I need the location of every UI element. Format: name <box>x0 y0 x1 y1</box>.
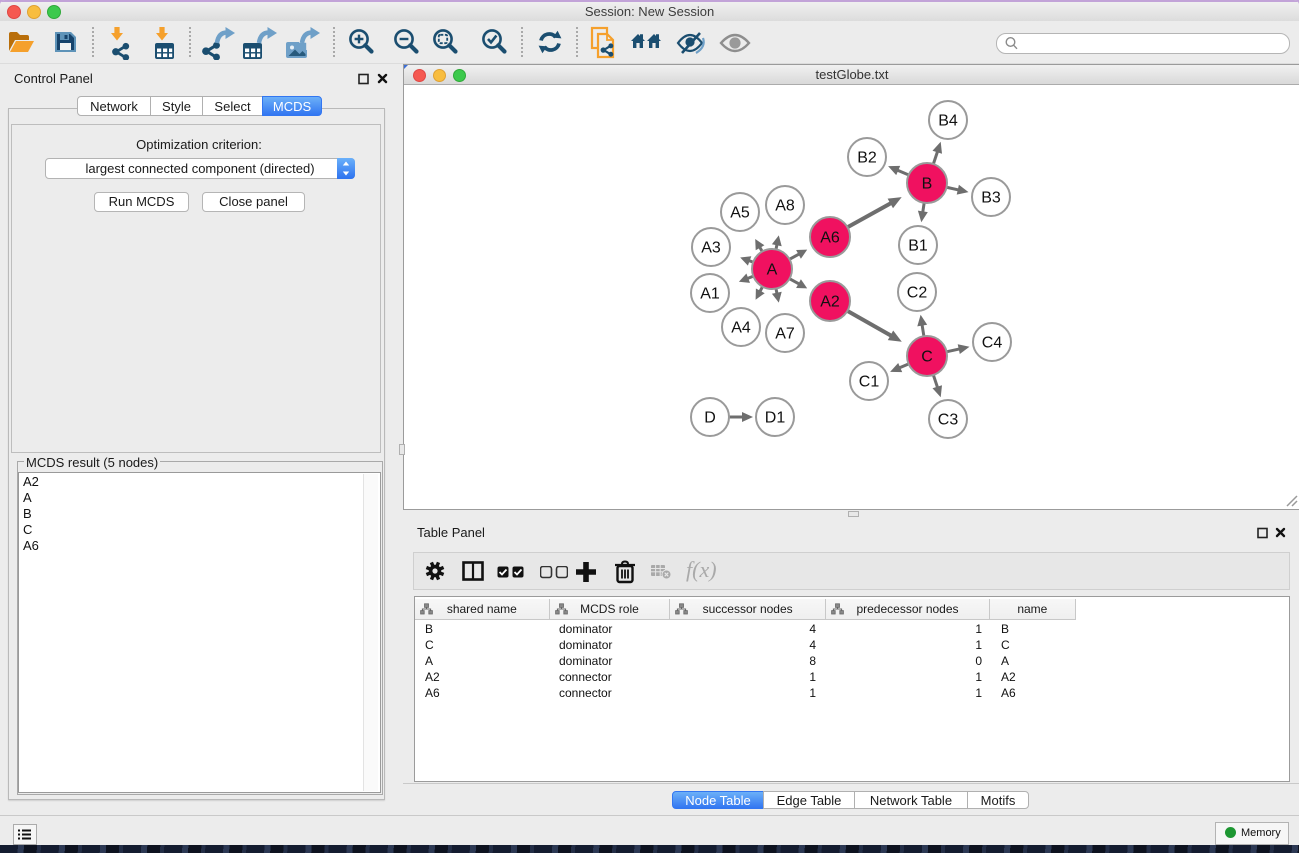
svg-text:B: B <box>922 176 933 193</box>
svg-text:A4: A4 <box>731 320 751 337</box>
svg-text:A8: A8 <box>775 198 795 215</box>
svg-text:C2: C2 <box>907 285 928 302</box>
svg-text:A: A <box>767 262 778 279</box>
svg-text:D1: D1 <box>765 410 786 427</box>
svg-text:B1: B1 <box>908 238 928 255</box>
svg-text:D: D <box>704 410 716 427</box>
svg-text:A5: A5 <box>730 205 750 222</box>
svg-text:B2: B2 <box>857 150 877 167</box>
svg-text:A6: A6 <box>820 230 840 247</box>
svg-text:B4: B4 <box>938 113 958 130</box>
svg-text:C: C <box>921 349 933 366</box>
svg-text:C4: C4 <box>982 335 1003 352</box>
svg-text:B3: B3 <box>981 190 1001 207</box>
svg-text:C3: C3 <box>938 412 959 429</box>
svg-text:C1: C1 <box>859 374 880 391</box>
svg-text:A3: A3 <box>701 240 721 257</box>
svg-text:A2: A2 <box>820 294 840 311</box>
svg-text:A7: A7 <box>775 326 795 343</box>
svg-text:A1: A1 <box>700 286 720 303</box>
